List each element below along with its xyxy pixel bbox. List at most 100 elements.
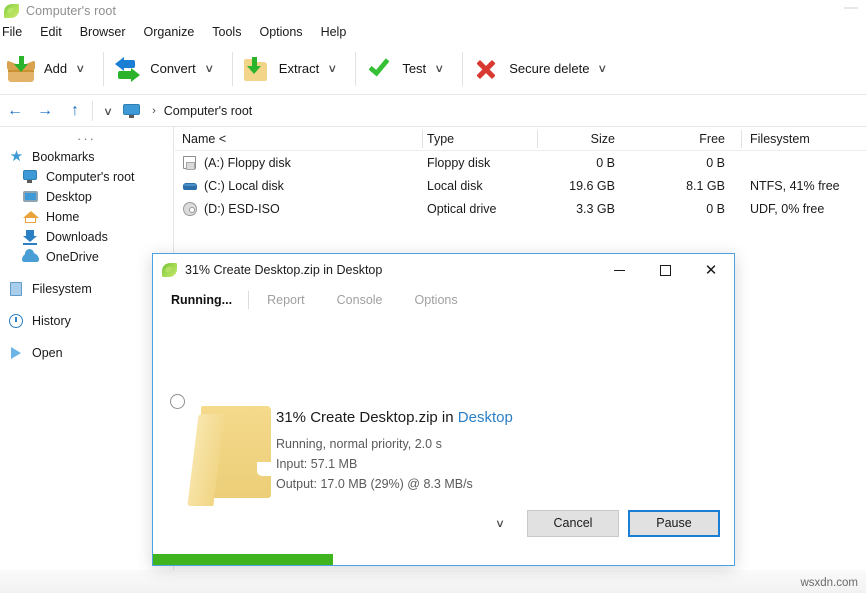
toolbar-add-button[interactable]: Add ∨ [0,45,101,93]
cell-size: 19.6 GB [569,178,615,193]
tab-running[interactable]: Running... [171,293,246,307]
red-x-icon [471,54,501,84]
task-heading: 31% Create Desktop.zip in Desktop [276,409,513,426]
back-button[interactable]: ← [0,97,30,125]
cell-size: 3.3 GB [576,201,615,216]
extract-label: Extract [278,61,320,76]
sidebar-label: Filesystem [32,282,92,296]
menu-help[interactable]: Help [312,22,356,43]
extract-dropdown-caret[interactable]: ∨ [323,62,351,75]
monitor-icon[interactable] [123,104,141,118]
menu-file[interactable]: File [0,22,31,43]
sidebar-item-bookmarks[interactable]: ★ Bookmarks [0,147,173,167]
close-icon: ✕ [704,261,718,279]
dialog-footer: ∨ Cancel Pause [153,509,734,537]
table-row[interactable]: (A:) Floppy disk Floppy disk 0 B 0 B [175,151,866,174]
toolbar-extract-button[interactable]: Extract ∨ [235,45,354,93]
sidebar-label: OneDrive [46,250,99,264]
cell-type: Optical drive [427,201,497,216]
column-header-free[interactable]: Free [630,127,725,150]
toolbar-test-button[interactable]: Test ∨ [358,45,460,93]
test-dropdown-caret[interactable]: ∨ [429,62,457,75]
peazip-window: Computer's root File Edit Browser Organi… [0,0,866,593]
sidebar-item-downloads[interactable]: Downloads [0,227,173,247]
tab-options[interactable]: Options [399,293,474,307]
floppy-disk-icon [182,155,198,171]
clock-icon [8,313,25,329]
column-divider[interactable] [741,130,742,148]
breadcrumb[interactable]: Computer's root [164,104,253,118]
sidebar-item-onedrive[interactable]: OneDrive [0,247,173,267]
sidebar-overflow-dots[interactable]: ··· [0,129,173,147]
menu-browser[interactable]: Browser [71,22,135,43]
column-header-name[interactable]: Name < [182,127,226,150]
window-title: Computer's root [26,4,117,18]
menu-tools[interactable]: Tools [203,22,250,43]
cell-filesystem: NTFS, 41% free [750,178,840,193]
secure-delete-dropdown-caret[interactable]: ∨ [593,62,621,75]
peazip-leaf-icon [162,263,177,277]
cell-name: (D:) ESD-ISO [182,197,280,220]
desktop-icon [22,189,39,205]
cell-name: (C:) Local disk [182,174,284,197]
toolbar-secure-delete-button[interactable]: Secure delete ∨ [465,45,623,93]
home-icon [22,209,39,225]
sidebar-label: Desktop [46,190,92,204]
cell-free: 0 B [706,155,725,170]
column-header-filesystem[interactable]: Filesystem [750,127,810,150]
task-heading-prefix: 31% Create Desktop.zip in [276,409,458,426]
cell-type: Local disk [427,178,483,193]
up-button[interactable]: ↑ [60,97,90,125]
convert-arrows-icon [112,54,142,84]
address-divider [92,101,93,121]
column-header-type[interactable]: Type [427,127,454,150]
menu-edit[interactable]: Edit [31,22,71,43]
toolbar-convert-button[interactable]: Convert ∨ [106,45,230,93]
spinner-icon [170,394,185,409]
add-dropdown-caret[interactable]: ∨ [70,62,98,75]
column-divider[interactable] [422,130,423,148]
dialog-minimize-button[interactable] [596,254,642,286]
main-toolbar: Add ∨ Convert ∨ Extract ∨ Test ∨ Secure … [0,43,866,95]
cancel-button[interactable]: Cancel [527,509,619,537]
table-row[interactable]: (D:) ESD-ISO Optical drive 3.3 GB 0 B UD… [175,197,866,220]
breadcrumb-separator: › [152,105,156,117]
task-target-link[interactable]: Desktop [458,409,513,426]
sidebar-item-filesystem[interactable]: Filesystem [0,279,173,299]
menu-organize[interactable]: Organize [135,22,204,43]
dialog-maximize-button[interactable] [642,254,688,286]
sidebar-item-computers-root[interactable]: Computer's root [0,167,173,187]
sidebar-item-history[interactable]: History [0,311,173,331]
address-bar: ← → ↑ ∨ › Computer's root [0,96,866,127]
row-name-text: (C:) Local disk [204,178,284,193]
progress-bar-fill [153,554,334,565]
menu-options[interactable]: Options [250,22,311,43]
pause-button[interactable]: Pause [628,509,720,537]
progress-bar [153,554,734,565]
convert-dropdown-caret[interactable]: ∨ [199,62,227,75]
tab-console[interactable]: Console [321,293,399,307]
sidebar-label: Downloads [46,230,108,244]
dialog-close-button[interactable]: ✕ [688,254,734,286]
add-box-icon [6,54,36,84]
sidebar-item-desktop[interactable]: Desktop [0,187,173,207]
star-icon: ★ [9,148,24,165]
history-dropdown-caret[interactable]: ∨ [94,105,122,118]
forward-button[interactable]: → [30,97,60,125]
tab-report[interactable]: Report [251,293,321,307]
column-header-size[interactable]: Size [505,127,615,150]
column-headers: Name < Type Size Free Filesystem [175,127,866,151]
table-row[interactable]: (C:) Local disk Local disk 19.6 GB 8.1 G… [175,174,866,197]
peazip-leaf-icon [4,4,20,18]
window-minimize-button[interactable] [844,7,858,9]
expand-details-caret[interactable]: ∨ [495,517,505,530]
sidebar-item-open[interactable]: Open [0,343,173,363]
task-input: Input: 57.1 MB [276,457,358,471]
row-name-text: (A:) Floppy disk [204,155,291,170]
cloud-icon [22,249,39,265]
download-icon [22,229,39,245]
play-icon [8,345,25,361]
sidebar-item-home[interactable]: Home [0,207,173,227]
